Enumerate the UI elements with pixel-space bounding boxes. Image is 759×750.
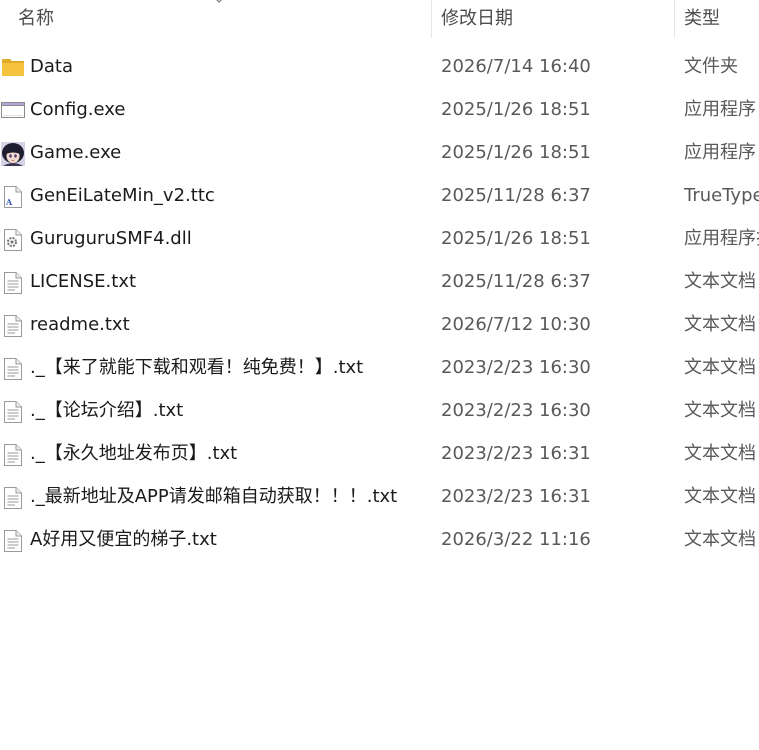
file-modified-date: 2025/1/26 18:51 — [441, 99, 591, 120]
window-app-icon — [1, 99, 25, 121]
file-name: ._【论坛介绍】.txt — [30, 400, 184, 421]
svg-text:A: A — [5, 197, 13, 207]
column-divider[interactable] — [674, 0, 675, 38]
file-row[interactable]: Game.exe 2025/1/26 18:51 应用程序 — [0, 131, 759, 174]
folder-icon — [1, 56, 24, 78]
file-row[interactable]: readme.txt 2026/7/12 10:30 文本文档 — [0, 303, 759, 346]
file-list: Data 2026/7/14 16:40 文件夹 Config.exe 2025/1/… — [0, 45, 759, 561]
file-name: Config.exe — [30, 99, 126, 120]
file-modified-date: 2023/2/23 16:30 — [441, 357, 591, 378]
file-row[interactable]: ._【论坛介绍】.txt 2023/2/23 16:30 文本文档 — [0, 389, 759, 432]
file-name: Game.exe — [30, 142, 122, 163]
file-modified-date: 2023/2/23 16:30 — [441, 400, 591, 421]
file-type: 文本文档 — [684, 529, 756, 550]
file-modified-date: 2026/3/22 11:16 — [441, 529, 591, 550]
sort-caret-icon — [213, 0, 225, 6]
text-file-icon — [1, 357, 23, 380]
file-modified-date: 2025/11/28 6:37 — [441, 185, 591, 206]
column-header-type[interactable]: 类型 — [684, 0, 720, 38]
file-type: 文本文档 — [684, 443, 756, 464]
file-type: 文本文档 — [684, 314, 756, 335]
column-header-date[interactable]: 修改日期 — [441, 0, 513, 38]
file-row[interactable]: A GenEiLateMin_v2.ttc 2025/11/28 6:37 True… — [0, 174, 759, 217]
file-type: 应用程序扩 — [684, 228, 759, 249]
column-divider[interactable] — [431, 0, 432, 38]
file-name: A好用又便宜的梯子.txt — [30, 529, 217, 550]
file-row[interactable]: ._【永久地址发布页】.txt 2023/2/23 16:31 文本文档 — [0, 432, 759, 475]
anime-character-icon — [1, 142, 25, 166]
file-modified-date: 2026/7/14 16:40 — [441, 56, 591, 77]
file-type: 应用程序 — [684, 142, 756, 163]
file-explorer-list: 名称 修改日期 类型 Data 2026/7/14 16:40 文件夹 Config… — [0, 0, 759, 750]
file-name: readme.txt — [30, 314, 130, 335]
file-modified-date: 2025/1/26 18:51 — [441, 142, 591, 163]
file-modified-date: 2026/7/12 10:30 — [441, 314, 591, 335]
column-header-bar: 名称 修改日期 类型 — [0, 0, 759, 38]
file-type: 文本文档 — [684, 357, 756, 378]
file-modified-date: 2025/11/28 6:37 — [441, 271, 591, 292]
file-name: GenEiLateMin_v2.ttc — [30, 185, 215, 206]
file-row[interactable]: GuruguruSMF4.dll 2025/1/26 18:51 应用程序扩 — [0, 217, 759, 260]
text-file-icon — [1, 486, 23, 509]
file-modified-date: 2023/2/23 16:31 — [441, 443, 591, 464]
file-name: LICENSE.txt — [30, 271, 137, 292]
file-name: ._最新地址及APP请发邮箱自动获取！！！.txt — [30, 486, 398, 507]
dll-gear-icon — [1, 228, 23, 251]
file-row[interactable]: ._最新地址及APP请发邮箱自动获取！！！.txt 2023/2/23 16:31… — [0, 475, 759, 518]
file-row[interactable]: A好用又便宜的梯子.txt 2026/3/22 11:16 文本文档 — [0, 518, 759, 561]
text-file-icon — [1, 271, 23, 294]
file-type: 文本文档 — [684, 400, 756, 421]
text-file-icon — [1, 314, 23, 337]
file-name: Data — [30, 56, 73, 77]
file-modified-date: 2025/1/26 18:51 — [441, 228, 591, 249]
text-file-icon — [1, 529, 23, 552]
file-type: TrueType — [684, 185, 759, 206]
file-name: GuruguruSMF4.dll — [30, 228, 192, 249]
text-file-icon — [1, 400, 23, 423]
file-name: ._【永久地址发布页】.txt — [30, 443, 238, 464]
file-row[interactable]: ._【来了就能下载和观看！纯免费！】.txt 2023/2/23 16:30 文本文… — [0, 346, 759, 389]
font-file-icon: A — [1, 185, 23, 208]
file-row[interactable]: Config.exe 2025/1/26 18:51 应用程序 — [0, 88, 759, 131]
column-header-name[interactable]: 名称 — [18, 0, 54, 38]
text-file-icon — [1, 443, 23, 466]
file-name: ._【来了就能下载和观看！纯免费！】.txt — [30, 357, 364, 378]
file-row[interactable]: Data 2026/7/14 16:40 文件夹 — [0, 45, 759, 88]
file-type: 文件夹 — [684, 56, 738, 77]
file-row[interactable]: LICENSE.txt 2025/11/28 6:37 文本文档 — [0, 260, 759, 303]
file-type: 应用程序 — [684, 99, 756, 120]
file-type: 文本文档 — [684, 486, 756, 507]
file-type: 文本文档 — [684, 271, 756, 292]
file-modified-date: 2023/2/23 16:31 — [441, 486, 591, 507]
